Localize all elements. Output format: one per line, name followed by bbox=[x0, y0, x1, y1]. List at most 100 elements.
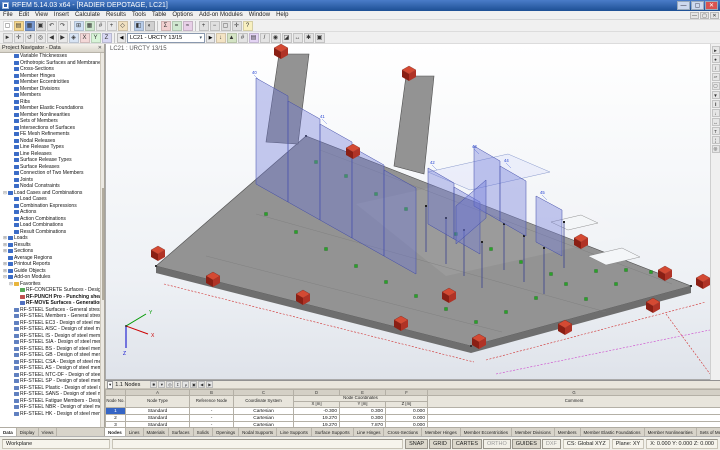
menu-item[interactable]: Insert bbox=[51, 11, 72, 20]
next-view-icon[interactable]: ▶ bbox=[57, 32, 68, 43]
table-filter-icon[interactable]: ▼ bbox=[158, 381, 166, 388]
pan-icon[interactable]: ✛ bbox=[231, 20, 242, 31]
results-icon[interactable]: ≈ bbox=[182, 20, 193, 31]
table-selector-dropdown[interactable]: ▾ bbox=[107, 380, 114, 389]
scrollbar-thumb[interactable] bbox=[101, 187, 104, 300]
table-tab[interactable]: Line Supports bbox=[277, 428, 312, 436]
load-tool-icon[interactable]: ↓ bbox=[711, 109, 720, 117]
table-tab[interactable]: Surfaces bbox=[168, 428, 194, 436]
table-tab[interactable]: Cross-Sections bbox=[384, 428, 422, 436]
dimension-tool-icon[interactable]: ↔ bbox=[711, 118, 720, 126]
comment-cell[interactable] bbox=[427, 414, 720, 422]
menu-item[interactable]: Calculate bbox=[72, 11, 103, 20]
table-export-icon[interactable]: ↥ bbox=[174, 381, 182, 388]
close-button[interactable]: ✕ bbox=[705, 1, 718, 10]
table-tab[interactable]: Member Elastic Foundations bbox=[580, 428, 645, 436]
text-tool-icon[interactable]: T bbox=[711, 127, 720, 135]
child-restore-button[interactable]: ▢ bbox=[700, 12, 709, 19]
table-tab[interactable]: Openings bbox=[212, 428, 240, 436]
z-coordinate-cell[interactable]: 0.000 bbox=[385, 414, 428, 422]
table-search-icon[interactable]: ◎ bbox=[166, 381, 174, 388]
zoom-window-icon[interactable]: ▢ bbox=[220, 20, 231, 31]
measure-icon[interactable]: ↔ bbox=[292, 32, 303, 43]
snap-icon[interactable]: + bbox=[106, 20, 117, 31]
navigator-icon[interactable]: ⊞ bbox=[73, 20, 84, 31]
print-icon[interactable]: ▣ bbox=[35, 20, 46, 31]
y-coordinate-cell[interactable]: 0.300 bbox=[339, 407, 386, 415]
visibility-icon[interactable]: ◉ bbox=[270, 32, 281, 43]
x-coordinate-cell[interactable]: 19.270 bbox=[293, 414, 340, 422]
menu-item[interactable]: Window bbox=[246, 11, 273, 20]
zoom-all-icon[interactable]: ◎ bbox=[35, 32, 46, 43]
z-coordinate-cell[interactable]: 0.000 bbox=[385, 407, 428, 415]
table-tab[interactable]: Member Eccentricities bbox=[460, 428, 512, 436]
menu-item[interactable]: Table bbox=[149, 11, 169, 20]
menu-item[interactable]: Help bbox=[273, 11, 291, 20]
shadow-mode-icon[interactable]: ◐ bbox=[144, 20, 155, 31]
table-tab[interactable]: Sets of Members bbox=[696, 428, 720, 436]
table-row[interactable]: 2 Standard - Cartesian 19.270 0.300 0.00… bbox=[105, 414, 720, 422]
move-icon[interactable]: ✛ bbox=[13, 32, 24, 43]
node-type-cell[interactable]: Standard bbox=[125, 407, 190, 415]
camera-icon[interactable]: ◎ bbox=[711, 145, 720, 153]
minimize-button[interactable]: — bbox=[677, 1, 690, 10]
node-type-cell[interactable]: Standard bbox=[125, 414, 190, 422]
menu-item[interactable]: Edit bbox=[16, 11, 32, 20]
line-tool-icon[interactable]: / bbox=[711, 64, 720, 72]
table-next-icon[interactable]: ▶ bbox=[206, 381, 214, 388]
row-number-cell[interactable]: 2 bbox=[105, 414, 126, 422]
coordinate-system-cell[interactable]: Cartesian bbox=[233, 414, 294, 422]
table-tab[interactable]: Lines bbox=[125, 428, 144, 436]
view-y-icon[interactable]: Y bbox=[90, 32, 101, 43]
section-icon[interactable]: / bbox=[259, 32, 270, 43]
table-settings-icon[interactable]: ✱ bbox=[150, 381, 158, 388]
display-settings-icon[interactable]: ✱ bbox=[303, 32, 314, 43]
new-icon[interactable]: ▢ bbox=[2, 20, 13, 31]
status-toggle[interactable]: SNAP bbox=[405, 438, 429, 449]
navigator-tab[interactable]: Views bbox=[38, 428, 58, 436]
table-tab[interactable]: Materials bbox=[143, 428, 169, 436]
status-toggle[interactable]: DXF bbox=[541, 438, 561, 449]
redo-icon[interactable]: ↷ bbox=[57, 20, 68, 31]
navigator-tab[interactable]: Display bbox=[16, 428, 39, 436]
select-icon[interactable]: ► bbox=[2, 32, 13, 43]
show-values-icon[interactable]: # bbox=[237, 32, 248, 43]
previous-view-icon[interactable]: ◀ bbox=[46, 32, 57, 43]
tree-item[interactable]: RF-STEEL HK - Design of steel member bbox=[0, 411, 100, 418]
guide-line-icon[interactable]: ¦ bbox=[711, 136, 720, 144]
help-icon[interactable]: ? bbox=[242, 20, 253, 31]
table-tab[interactable]: Member Hinges bbox=[421, 428, 461, 436]
status-toggle[interactable]: GRID bbox=[429, 438, 451, 449]
table-prev-icon[interactable]: ◀ bbox=[198, 381, 206, 388]
rotate-view-icon[interactable]: ↺ bbox=[24, 32, 35, 43]
table-tab[interactable]: Line Hinges bbox=[353, 428, 385, 436]
zoom-out-icon[interactable]: − bbox=[209, 20, 220, 31]
table-tab[interactable]: Nodes bbox=[105, 428, 126, 436]
table-tab[interactable]: Solids bbox=[193, 428, 213, 436]
previous-load-case-button[interactable]: ◀ bbox=[117, 32, 126, 43]
child-close-button[interactable]: ✕ bbox=[710, 12, 719, 19]
isometric-view-icon[interactable]: ◈ bbox=[68, 32, 79, 43]
table-tab[interactable]: Surface Supports bbox=[311, 428, 354, 436]
3d-viewport[interactable]: 40 41 42 43 44 45 X Y Z LC21 : URCTY 13/15 bbox=[105, 44, 711, 380]
menu-item[interactable]: File bbox=[0, 11, 16, 20]
coordinate-system-cell[interactable]: Cartesian bbox=[233, 407, 294, 415]
table-print-icon[interactable]: ▣ bbox=[190, 381, 198, 388]
edit-pointer-icon[interactable]: ► bbox=[711, 46, 720, 54]
status-toggle[interactable]: CARTES bbox=[451, 438, 483, 449]
surface-tool-icon[interactable]: ▱ bbox=[711, 73, 720, 81]
reference-node-cell[interactable]: - bbox=[189, 414, 234, 422]
table-tab[interactable]: Members bbox=[554, 428, 581, 436]
navigator-tab[interactable]: Data bbox=[0, 428, 17, 436]
view-z-icon[interactable]: Z bbox=[101, 32, 112, 43]
render-mode-icon[interactable]: ◧ bbox=[133, 20, 144, 31]
row-number-cell[interactable]: 1 bbox=[105, 407, 126, 415]
status-toggle[interactable]: ORTHO bbox=[483, 438, 511, 449]
fullscreen-icon[interactable]: ▣ bbox=[314, 32, 325, 43]
navigator-close-icon[interactable]: ✕ bbox=[98, 45, 102, 51]
show-supports-icon[interactable]: ▲ bbox=[226, 32, 237, 43]
navigator-scrollbar[interactable] bbox=[100, 53, 104, 427]
menu-item[interactable]: Results bbox=[103, 11, 129, 20]
calculate-icon[interactable]: = bbox=[171, 20, 182, 31]
comment-cell[interactable] bbox=[427, 407, 720, 415]
